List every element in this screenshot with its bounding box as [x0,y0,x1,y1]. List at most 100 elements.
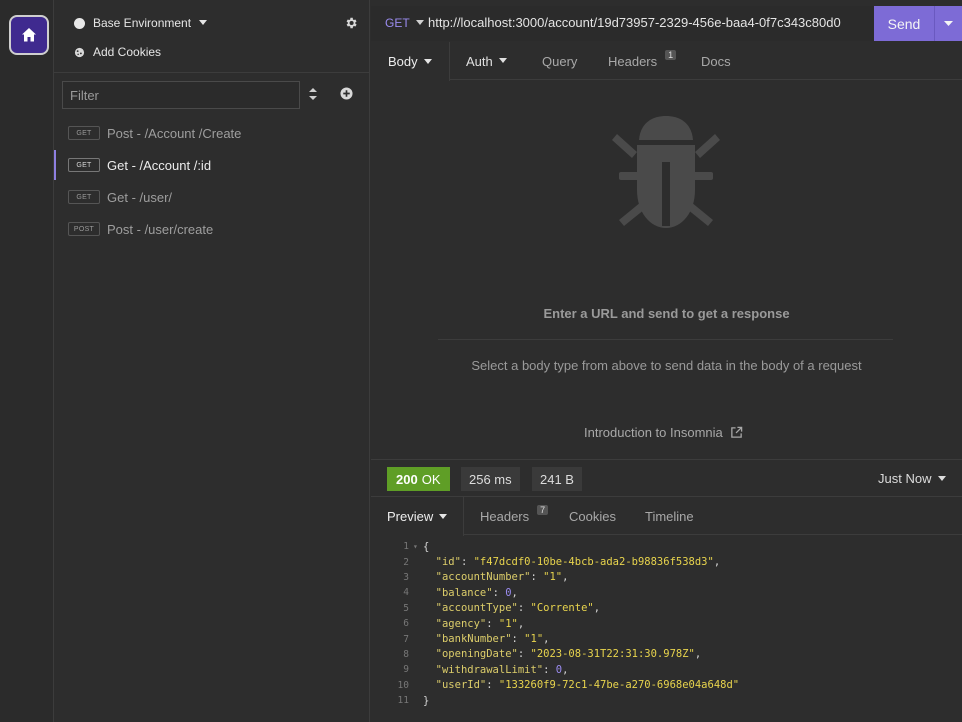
code-brace: } [423,694,430,707]
tab-timeline[interactable]: Timeline [645,497,694,535]
method-tag: GET [68,126,100,140]
method-tag: GET [68,158,100,172]
code-entry: "id": "f47dcdf0-10be-4bcb-ada2-b98836f53… [435,556,721,569]
json-value: "1" [524,633,544,646]
response-time-badge: 256 ms [461,467,520,491]
tab-response-headers[interactable]: Headers 7 [480,497,549,535]
introduction-link[interactable]: Introduction to Insomnia [584,425,743,440]
request-name: Post - /user/create [107,221,214,237]
chevron-down-icon [944,20,953,26]
request-name: Get - /Account /:id [107,157,212,173]
code-entry: "agency": "1", [435,617,525,630]
tab-preview[interactable]: Preview [371,497,464,536]
json-key: "withdrawalLimit" [435,663,544,676]
json-comma: , [713,556,721,569]
json-comma: , [694,648,702,661]
send-button[interactable]: Send [874,6,962,41]
chevron-down-icon [423,58,432,64]
empty-state-title: Enter a URL and send to get a response [543,306,790,321]
status-badge: 200 OK [387,467,450,491]
tab-docs[interactable]: Docs [701,42,731,80]
request-item[interactable]: GET Post - /Account /Create [54,118,370,148]
line-number: 1 [403,541,409,553]
filter-input[interactable] [62,81,300,109]
code-entry: "userId": "133260f9-72c1-47be-a270-6968e… [435,679,740,692]
code-entry: "accountType": "Corrente", [435,602,601,615]
environment-dot-icon [74,17,85,29]
method-tag: GET [68,190,100,204]
request-item[interactable]: GET Get - /user/ [54,182,370,212]
tab-query[interactable]: Query [542,42,577,80]
app-rail [0,0,54,722]
json-key: "balance" [435,586,493,599]
send-options-button[interactable] [935,20,962,27]
code-entry: "openingDate": "2023-08-31T22:31:30.978Z… [435,648,702,661]
chevron-down-icon [498,58,507,63]
tab-body[interactable]: Body [371,42,450,81]
fold-arrow-icon[interactable]: ▾ [413,542,423,551]
request-name: Post - /Account /Create [107,125,242,141]
response-status-bar: 200 OK 256 ms 241 B Just Now [371,459,962,497]
divider [438,339,893,340]
code-line: 3 "accountNumber": "1", [371,570,962,585]
status-text: OK [421,471,441,487]
json-key: "bankNumber" [435,633,512,646]
request-item-active[interactable]: GET Get - /Account /:id [54,150,370,180]
method-tag: POST [68,222,100,236]
code-line: 5 "accountType": "Corrente", [371,601,962,616]
sort-icon[interactable] [308,87,318,101]
tab-label: Auth [466,53,493,69]
add-request-icon[interactable] [340,87,353,100]
code-line: 7 "bankNumber": "1", [371,631,962,646]
url-input[interactable]: http://localhost:3000/account/19d73957-2… [428,15,841,30]
request-item[interactable]: POST Post - /user/create [54,214,370,244]
cookie-icon [74,47,85,57]
response-tabs: Preview Headers 7 Cookies Timeline [371,497,962,536]
code-line: 10 "userId": "133260f9-72c1-47be-a270-69… [371,678,962,693]
json-comma: , [562,663,569,676]
code-line: 9 "withdrawalLimit": 0, [371,662,962,677]
json-key: "agency" [435,617,487,630]
json-comma: , [543,633,550,646]
tab-auth[interactable]: Auth [466,42,507,80]
tab-cookies[interactable]: Cookies [569,497,616,535]
line-number: 9 [403,664,409,676]
line-number: 8 [403,648,409,660]
tab-headers[interactable]: Headers 1 [608,42,677,80]
sidebar: Base Environment Add Cookies GET Post - … [54,0,370,722]
status-code: 200 [396,471,418,487]
json-key: "userId" [435,679,487,692]
home-icon [22,28,36,42]
json-comma: , [511,586,518,599]
headers-count-badge: 1 [665,50,677,60]
json-key: "accountType" [435,602,518,615]
home-button[interactable] [9,15,49,55]
response-body-preview[interactable]: 1 ▾{2 "id": "f47dcdf0-10be-4bcb-ada2-b988… [371,539,962,708]
chevron-down-icon [199,20,208,25]
line-number: 3 [403,571,409,583]
response-history-dropdown[interactable]: Just Now [878,471,947,486]
gear-icon[interactable] [344,16,358,30]
tab-label: Headers [608,53,658,69]
method-select[interactable]: GET [385,16,424,30]
line-number: 7 [403,633,409,645]
request-name: Get - /user/ [107,189,173,205]
json-comma: , [562,571,569,584]
headers-count-badge: 7 [537,505,549,515]
add-cookies-button[interactable]: Add Cookies [74,45,161,59]
chevron-down-icon [938,475,947,481]
url-bar: GET http://localhost:3000/account/19d739… [371,6,962,41]
code-entry: "withdrawalLimit": 0, [435,663,569,676]
json-value: "2023-08-31T22:31:30.978Z" [530,648,695,661]
json-key: "id" [435,556,461,569]
json-value: "1" [498,617,518,630]
json-comma: , [517,617,525,630]
code-line: 2 "id": "f47dcdf0-10be-4bcb-ada2-b98836f… [371,554,962,569]
chevron-down-icon [415,20,424,25]
environment-selector[interactable]: Base Environment [74,16,208,30]
send-label: Send [887,15,921,32]
line-number: 6 [403,618,409,630]
tab-label: Preview [387,509,434,524]
add-cookies-label: Add Cookies [93,45,162,59]
response-size-badge: 241 B [532,467,582,491]
